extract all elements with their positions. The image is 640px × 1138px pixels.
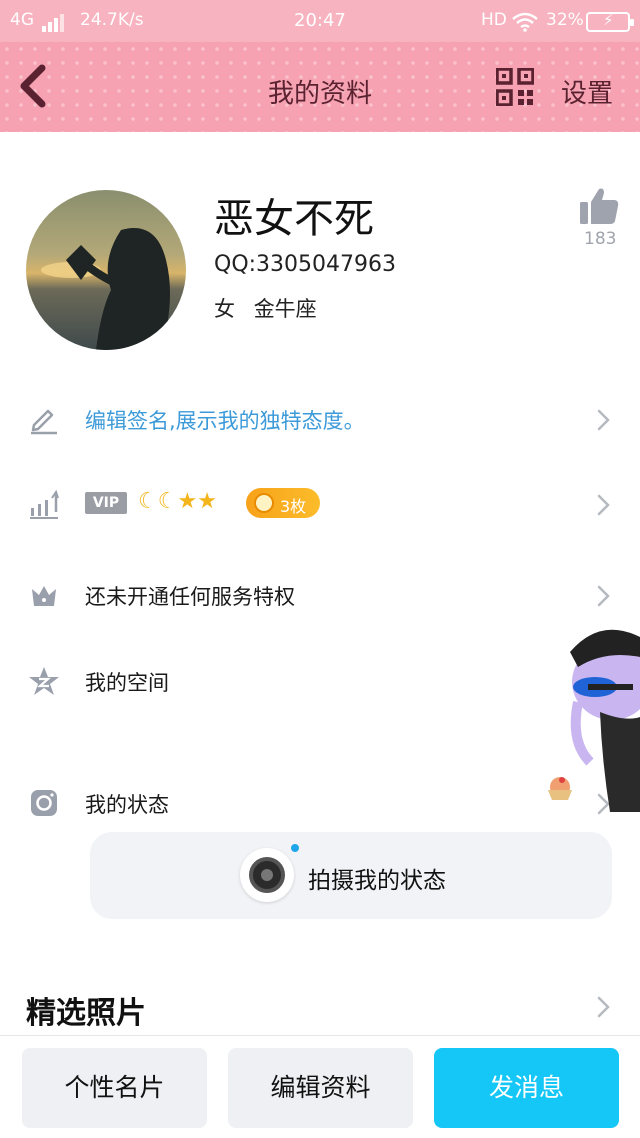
coin-icon [254, 493, 274, 513]
signature-row[interactable]: 编辑签名,展示我的独特态度。 [0, 388, 640, 448]
bottom-action-bar: 个性名片 编辑资料 发消息 [0, 1035, 640, 1138]
moon-icon: ☾ [138, 489, 158, 514]
qr-code-icon[interactable] [496, 68, 534, 106]
profile-screen: 4G 24.7K/s 20:47 HD 32% ⚡ 我的资料 设置 恶女不死 Q… [0, 0, 640, 1138]
wifi-icon [512, 12, 538, 32]
avatar[interactable] [26, 190, 186, 350]
capture-status-button[interactable]: 拍摄我的状态 [90, 832, 612, 919]
like-count: 183 [584, 229, 617, 249]
level-chart-icon [30, 489, 59, 519]
anime-girl-sticker [548, 629, 640, 812]
vip-level-row[interactable]: VIP ☾☾★★ 3枚 [0, 473, 640, 533]
notification-dot [291, 844, 299, 852]
vip-badge: VIP [85, 492, 127, 514]
page-title: 我的资料 [267, 79, 372, 109]
crown-icon [32, 586, 56, 606]
avatar-silhouette [41, 228, 170, 350]
privilege-text: 还未开通任何服务特权 [85, 585, 295, 609]
moon-icon: ☾ [157, 489, 178, 514]
chevron-right-icon [597, 585, 610, 607]
network-type: 4G [10, 10, 34, 30]
level-icons: ☾☾★★ [138, 489, 217, 514]
battery-icon: ⚡ [586, 11, 634, 32]
signal-icon [42, 12, 66, 32]
camera-icon [31, 790, 57, 816]
thumbs-up-icon[interactable] [578, 186, 620, 226]
nav-bar: 我的资料 设置 [0, 42, 640, 132]
featured-photos-title[interactable]: 精选照片 [26, 988, 146, 1032]
network-speed: 24.7K/s [80, 10, 144, 30]
chevron-right-icon [597, 409, 610, 431]
profile-card-button[interactable]: 个性名片 [22, 1048, 207, 1128]
qq-number: QQ:3305047963 [214, 252, 397, 277]
gender: 女 [214, 297, 235, 321]
star-icon: ★ [177, 489, 198, 514]
clock: 20:47 [294, 10, 346, 31]
my-status-text: 我的状态 [85, 793, 169, 817]
chevron-right-icon [597, 494, 610, 516]
star-icon: ★ [197, 489, 217, 514]
chevron-right-icon[interactable] [596, 995, 612, 1019]
zodiac: 金牛座 [253, 297, 317, 321]
gender-zodiac: 女 金牛座 [214, 293, 317, 323]
send-message-button[interactable]: 发消息 [434, 1048, 619, 1128]
hd-indicator: HD [481, 10, 507, 30]
coin-count: 3枚 [280, 497, 307, 516]
battery-percent: 32% [546, 10, 584, 30]
camera-lens-icon [240, 848, 294, 902]
signature-text: 编辑签名,展示我的独特态度。 [85, 409, 365, 433]
capture-status-label: 拍摄我的状态 [308, 868, 446, 894]
my-space-text: 我的空间 [85, 671, 169, 695]
status-bar: 4G 24.7K/s 20:47 HD 32% ⚡ [0, 0, 640, 42]
coin-badge[interactable]: 3枚 [246, 488, 320, 518]
qzone-star-icon [29, 667, 59, 695]
pencil-icon [31, 409, 57, 435]
settings-button[interactable]: 设置 [561, 73, 613, 110]
edit-profile-button[interactable]: 编辑资料 [228, 1048, 413, 1128]
nickname: 恶女不死 [214, 196, 374, 242]
